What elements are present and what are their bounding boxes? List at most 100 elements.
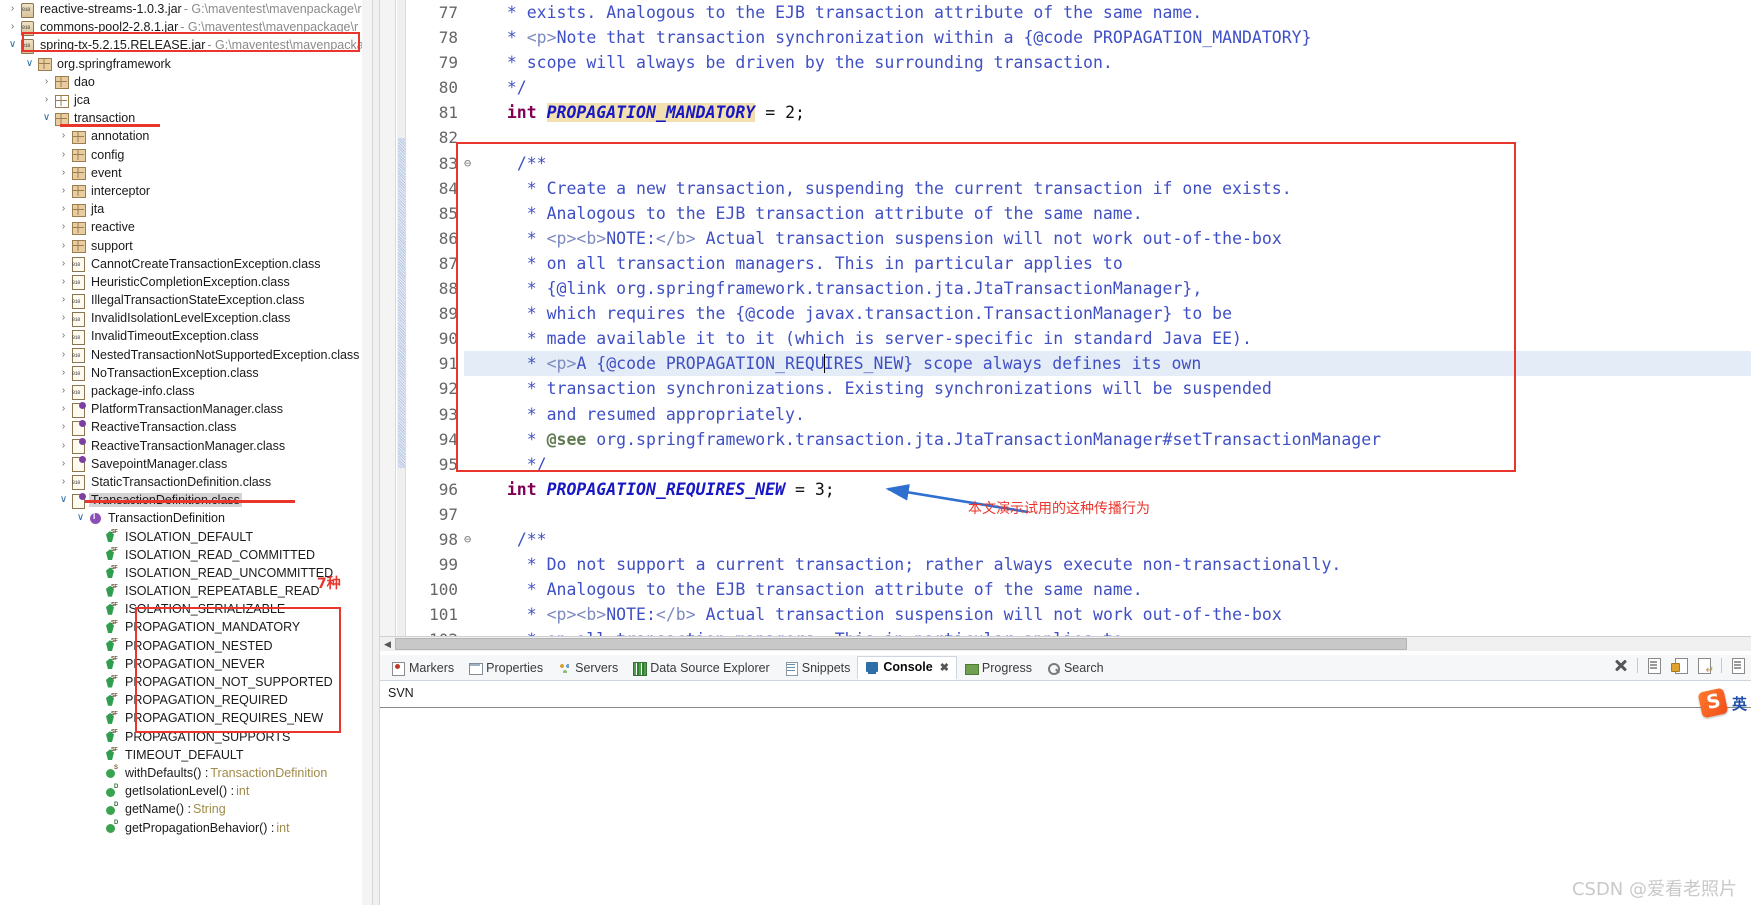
chevron-right-icon[interactable]: ›: [57, 185, 70, 196]
pin-console-icon[interactable]: [1671, 657, 1688, 674]
chevron-right-icon[interactable]: ›: [57, 258, 70, 269]
tree-node-isolation-default[interactable]: ISOLATION_DEFAULT: [0, 527, 372, 545]
code-line-78[interactable]: 78 * <p>Note that transaction synchroniz…: [406, 25, 1751, 51]
tree-node-invalidisolationlevelexception-class[interactable]: › InvalidIsolationLevelException.class: [0, 309, 372, 327]
tree-node-propagation-mandatory[interactable]: PROPAGATION_MANDATORY: [0, 618, 372, 636]
package-explorer-tree[interactable]: › reactive-streams-1.0.3.jar - G:\mavente…: [0, 0, 372, 905]
tree-node-commons-pool2-2-8-1-jar[interactable]: › commons-pool2-2.8.1.jar - G:\maventest\…: [0, 18, 372, 36]
code-line-100[interactable]: 100 * Analogous to the EJB transaction a…: [406, 577, 1751, 603]
code-line-95[interactable]: 95 */: [406, 451, 1751, 477]
tree-node-spring-tx-5-2-15-release-jar[interactable]: ∨ spring-tx-5.2.15.RELEASE.jar - G:\maven…: [0, 36, 372, 54]
tab-progress[interactable]: Progress: [957, 656, 1039, 680]
tree-node-propagation-never[interactable]: PROPAGATION_NEVER: [0, 655, 372, 673]
chevron-right-icon[interactable]: ›: [57, 240, 70, 251]
java-source-editor[interactable]: 77 * exists. Analogous to the EJB transa…: [380, 0, 1751, 650]
fold-collapse-icon[interactable]: ⊖: [464, 151, 477, 176]
tree-node-timeout-default[interactable]: TIMEOUT_DEFAULT: [0, 746, 372, 764]
editor-horizontal-scrollbar[interactable]: ◀: [380, 636, 1751, 651]
tree-node-statictransactiondefinition-class[interactable]: › StaticTransactionDefinition.class: [0, 473, 372, 491]
code-line-89[interactable]: 89 * which requires the {@code javax.tra…: [406, 301, 1751, 327]
code-line-81[interactable]: 81 int PROPAGATION_MANDATORY = 2;: [406, 100, 1751, 126]
chevron-right-icon[interactable]: ›: [6, 4, 19, 14]
sogou-ime-indicator[interactable]: 英: [1697, 687, 1747, 719]
tree-node-isolation-read-committed[interactable]: ISOLATION_READ_COMMITTED: [0, 546, 372, 564]
tab-properties[interactable]: Properties: [461, 656, 550, 680]
tree-node-org-springframework[interactable]: ∨ org.springframework: [0, 55, 372, 73]
tab-servers[interactable]: Servers: [550, 656, 625, 680]
chevron-right-icon[interactable]: ›: [57, 167, 70, 178]
editor-marker-gutter[interactable]: [380, 0, 396, 650]
tree-node-propagation-supports[interactable]: PROPAGATION_SUPPORTS: [0, 728, 372, 746]
code-line-93[interactable]: 93 * and resumed appropriately.: [406, 401, 1751, 427]
tree-node-savepointmanager-class[interactable]: › SavepointManager.class: [0, 455, 372, 473]
tree-node-getisolationlevel[interactable]: getIsolationLevel() : int: [0, 782, 372, 800]
tab-console[interactable]: Console ✖: [857, 655, 957, 680]
explorer-vertical-scrollbar[interactable]: [362, 0, 372, 905]
view-tab-bar[interactable]: Markers Properties Servers Data Source Expl…: [380, 655, 1751, 681]
tree-node-propagation-requires-new[interactable]: PROPAGATION_REQUIRES_NEW: [0, 709, 372, 727]
code-line-77[interactable]: 77 * exists. Analogous to the EJB transa…: [406, 0, 1751, 26]
tree-node-heuristiccompletionexception-class[interactable]: › HeuristicCompletionException.class: [0, 273, 372, 291]
code-line-101[interactable]: 101 * <p><b>NOTE:</b> Actual transaction…: [406, 602, 1751, 628]
chevron-down-icon[interactable]: ∨: [23, 58, 36, 69]
tab-search[interactable]: Search: [1039, 656, 1111, 680]
chevron-right-icon[interactable]: ›: [57, 131, 70, 141]
tree-node-cannotcreatetransactionexception-class[interactable]: › CannotCreateTransactionException.class: [0, 255, 372, 273]
tree-node-propagation-nested[interactable]: PROPAGATION_NESTED: [0, 637, 372, 655]
tree-node-platformtransactionmanager-class[interactable]: › PlatformTransactionManager.class: [0, 400, 372, 418]
console-output-area[interactable]: SVN: [380, 681, 1751, 905]
chevron-right-icon[interactable]: ›: [57, 476, 70, 487]
code-line-90[interactable]: 90 * made available it to it (which is s…: [406, 326, 1751, 352]
chevron-down-icon[interactable]: ∨: [6, 40, 19, 50]
code-line-94[interactable]: 94 * @see org.springframework.transactio…: [406, 426, 1751, 452]
tree-node-propagation-required[interactable]: PROPAGATION_REQUIRED: [0, 691, 372, 709]
code-line-88[interactable]: 88 * {@link org.springframework.transact…: [406, 276, 1751, 302]
tree-node-dao[interactable]: › dao: [0, 73, 372, 91]
new-console-view-icon[interactable]: [1730, 657, 1747, 674]
tree-node-annotation[interactable]: › annotation: [0, 127, 372, 145]
tree-node-withdefaults[interactable]: withDefaults() : TransactionDefinition: [0, 764, 372, 782]
tree-node-transaction[interactable]: ∨ transaction: [0, 109, 372, 127]
tree-node-getname[interactable]: getName() : String: [0, 800, 372, 818]
code-line-79[interactable]: 79 * scope will always be driven by the …: [406, 50, 1751, 76]
tree-node-reactivetransactionmanager-class[interactable]: › ReactiveTransactionManager.class: [0, 437, 372, 455]
chevron-right-icon[interactable]: ›: [40, 76, 53, 87]
scrollbar-thumb[interactable]: [395, 638, 1407, 650]
chevron-right-icon[interactable]: ›: [6, 22, 19, 32]
chevron-right-icon[interactable]: ›: [57, 331, 70, 341]
tab-markers[interactable]: Markers: [384, 656, 461, 680]
tree-node-transactiondefinition[interactable]: ∨ TransactionDefinition: [0, 509, 372, 527]
scroll-left-arrow-icon[interactable]: ◀: [380, 639, 395, 650]
chevron-right-icon[interactable]: ›: [57, 204, 70, 214]
code-line-86[interactable]: 86 * <p><b>NOTE:</b> Actual transaction …: [406, 225, 1751, 251]
editor-code-area[interactable]: 77 * exists. Analogous to the EJB transa…: [406, 0, 1751, 650]
code-line-98[interactable]: 98 ⊖ /**: [406, 526, 1751, 553]
tree-node-event[interactable]: › event: [0, 164, 372, 182]
tree-node-reactivetransaction-class[interactable]: › ReactiveTransaction.class: [0, 418, 372, 436]
tree-node-propagation-not-supported[interactable]: PROPAGATION_NOT_SUPPORTED: [0, 673, 372, 691]
tree-node-package-info-class[interactable]: › package-info.class: [0, 382, 372, 400]
chevron-down-icon[interactable]: ∨: [57, 495, 70, 505]
tree-node-config[interactable]: › config: [0, 146, 372, 164]
chevron-down-icon[interactable]: ∨: [40, 113, 53, 123]
chevron-down-icon[interactable]: ∨: [74, 513, 87, 523]
code-line-85[interactable]: 85 * Analogous to the EJB transaction at…: [406, 200, 1751, 226]
chevron-right-icon[interactable]: ›: [57, 440, 70, 451]
tree-node-notransactionexception-class[interactable]: › NoTransactionException.class: [0, 364, 372, 382]
tab-snippets[interactable]: Snippets: [777, 656, 858, 680]
tree-node-jta[interactable]: › jta: [0, 200, 372, 218]
chevron-right-icon[interactable]: ›: [57, 295, 70, 305]
code-line-99[interactable]: 99 * Do not support a current transactio…: [406, 552, 1751, 578]
chevron-right-icon[interactable]: ›: [57, 276, 70, 287]
code-line-87[interactable]: 87 * on all transaction managers. This i…: [406, 250, 1751, 277]
chevron-right-icon[interactable]: ›: [57, 367, 70, 378]
tree-node-reactive-streams-1-0-3-jar[interactable]: › reactive-streams-1.0.3.jar - G:\mavente…: [0, 0, 372, 18]
code-line-91[interactable]: 91 * <p>A {@code PROPAGATION_REQUIRES_NE…: [406, 351, 1751, 377]
code-line-83[interactable]: 83 ⊖ /**: [406, 150, 1751, 176]
chevron-right-icon[interactable]: ›: [57, 404, 70, 414]
console-view-toolbar[interactable]: [1612, 657, 1747, 676]
chevron-right-icon[interactable]: ›: [57, 386, 70, 396]
tree-node-illegaltransactionstateexception-class[interactable]: › IllegalTransactionStateException.class: [0, 291, 372, 309]
tree-node-reactive[interactable]: › reactive: [0, 218, 372, 236]
close-icon[interactable]: ✖: [940, 661, 949, 674]
